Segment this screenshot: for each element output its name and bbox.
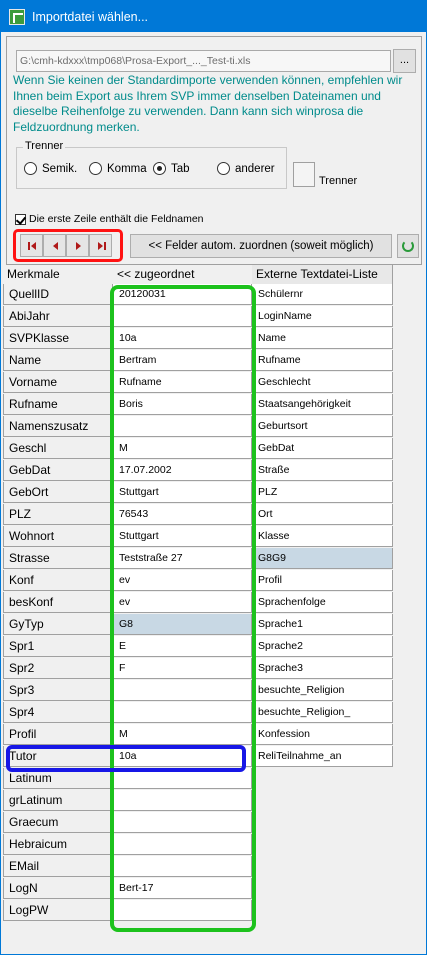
- extern-cell[interactable]: Geschlecht: [252, 372, 393, 393]
- merkmal-cell[interactable]: LogPW: [3, 900, 113, 921]
- merkmal-cell[interactable]: Hebraicum: [3, 834, 113, 855]
- extern-cell[interactable]: Schülernr: [252, 284, 393, 305]
- merkmal-cell[interactable]: Wohnort: [3, 526, 113, 547]
- merkmal-cell[interactable]: LogN: [3, 878, 113, 899]
- radio-tab-label: Tab: [171, 163, 190, 175]
- refresh-icon: [402, 240, 414, 252]
- radio-komma-indicator: [89, 162, 102, 175]
- custom-trenner-input[interactable]: [293, 162, 315, 187]
- extern-cell[interactable]: Sprache3: [252, 658, 393, 679]
- extern-cell[interactable]: Sprache1: [252, 614, 393, 635]
- merkmal-cell[interactable]: PLZ: [3, 504, 113, 525]
- merkmal-cell[interactable]: EMail: [3, 856, 113, 877]
- merkmal-cell[interactable]: Namenszusatz: [3, 416, 113, 437]
- header-row-checkbox-label: Die erste Zeile enthält die Feldnamen: [29, 213, 204, 225]
- extern-cell[interactable]: G8G9: [252, 548, 393, 569]
- merkmal-cell[interactable]: Spr2: [3, 658, 113, 679]
- radio-tab-indicator: [153, 162, 166, 175]
- merkmal-cell[interactable]: Rufname: [3, 394, 113, 415]
- extern-cell[interactable]: Geburtsort: [252, 416, 393, 437]
- extern-cell[interactable]: Konfession: [252, 724, 393, 745]
- tutor-row-highlight-frame: [6, 745, 246, 772]
- merkmal-cell[interactable]: Spr1: [3, 636, 113, 657]
- extern-cell[interactable]: Staatsangehörigkeit: [252, 394, 393, 415]
- extern-cell[interactable]: Name: [252, 328, 393, 349]
- merkmal-cell[interactable]: Spr3: [3, 680, 113, 701]
- merkmal-cell[interactable]: Vorname: [3, 372, 113, 393]
- merkmal-cell[interactable]: Spr4: [3, 702, 113, 723]
- trenner-group: Trenner Semik. Komma Tab anderer: [16, 140, 287, 189]
- merkmal-cell[interactable]: QuellID: [3, 284, 113, 305]
- merkmal-cell[interactable]: AbiJahr: [3, 306, 113, 327]
- radio-anderer-label: anderer: [235, 163, 275, 175]
- header-row-checkbox[interactable]: [15, 214, 26, 225]
- refresh-button[interactable]: [397, 234, 419, 258]
- merkmal-cell[interactable]: Konf: [3, 570, 113, 591]
- title-bar[interactable]: Importdatei wählen...: [1, 1, 426, 32]
- merkmal-cell[interactable]: besKonf: [3, 592, 113, 613]
- extern-cell[interactable]: GebDat: [252, 438, 393, 459]
- extern-cell[interactable]: Straße: [252, 460, 393, 481]
- extern-cell[interactable]: besuchte_Religion: [252, 680, 393, 701]
- radio-komma-label: Komma: [107, 163, 147, 175]
- extern-cell[interactable]: Ort: [252, 504, 393, 525]
- merkmal-cell[interactable]: Geschl: [3, 438, 113, 459]
- merkmal-cell[interactable]: Graecum: [3, 812, 113, 833]
- merkmal-cell[interactable]: grLatinum: [3, 790, 113, 811]
- radio-semikolon-indicator: [24, 162, 37, 175]
- extern-cell[interactable]: Rufname: [252, 350, 393, 371]
- extern-cell[interactable]: ReliTeilnahme_an: [252, 746, 393, 767]
- auto-assign-button[interactable]: << Felder autom. zuordnen (soweit möglic…: [130, 234, 392, 258]
- extern-cell[interactable]: Klasse: [252, 526, 393, 547]
- extern-cell[interactable]: besuchte_Religion_: [252, 702, 393, 723]
- extern-cell[interactable]: Sprachenfolge: [252, 592, 393, 613]
- merkmal-cell[interactable]: Name: [3, 350, 113, 371]
- header-zugeordnet[interactable]: << zugeordnet: [113, 265, 252, 284]
- merkmal-cell[interactable]: GebOrt: [3, 482, 113, 503]
- merkmal-cell[interactable]: Strasse: [3, 548, 113, 569]
- radio-semikolon-label: Semik.: [42, 163, 78, 175]
- app-icon: [9, 9, 25, 25]
- file-path-field[interactable]: G:\cmh-kdxxx\tmp068\Prosa-Export_..._Tes…: [16, 50, 391, 72]
- assigned-column-highlight-frame: [110, 285, 256, 932]
- browse-button[interactable]: ...: [393, 49, 416, 73]
- import-dialog-window: Importdatei wählen... G:\cmh-kdxxx\tmp06…: [0, 0, 427, 955]
- options-panel: G:\cmh-kdxxx\tmp068\Prosa-Export_..._Tes…: [6, 36, 422, 265]
- window-title: Importdatei wählen...: [32, 10, 149, 24]
- extern-cell[interactable]: LoginName: [252, 306, 393, 327]
- radio-anderer-indicator: [217, 162, 230, 175]
- merkmal-cell[interactable]: Profil: [3, 724, 113, 745]
- extern-cell[interactable]: PLZ: [252, 482, 393, 503]
- info-text: Wenn Sie keinen der Standardimporte verw…: [13, 73, 403, 134]
- merkmal-cell[interactable]: GebDat: [3, 460, 113, 481]
- merkmal-cell[interactable]: SVPKlasse: [3, 328, 113, 349]
- nav-highlight-frame: [13, 229, 123, 262]
- custom-trenner-label: Trenner: [319, 175, 358, 187]
- header-merkmale[interactable]: Merkmale: [3, 265, 113, 284]
- merkmal-cell[interactable]: GyTyp: [3, 614, 113, 635]
- extern-cell[interactable]: Profil: [252, 570, 393, 591]
- extern-cell[interactable]: Sprache2: [252, 636, 393, 657]
- trenner-legend: Trenner: [23, 140, 66, 152]
- header-externe-liste[interactable]: Externe Textdatei-Liste: [252, 265, 393, 284]
